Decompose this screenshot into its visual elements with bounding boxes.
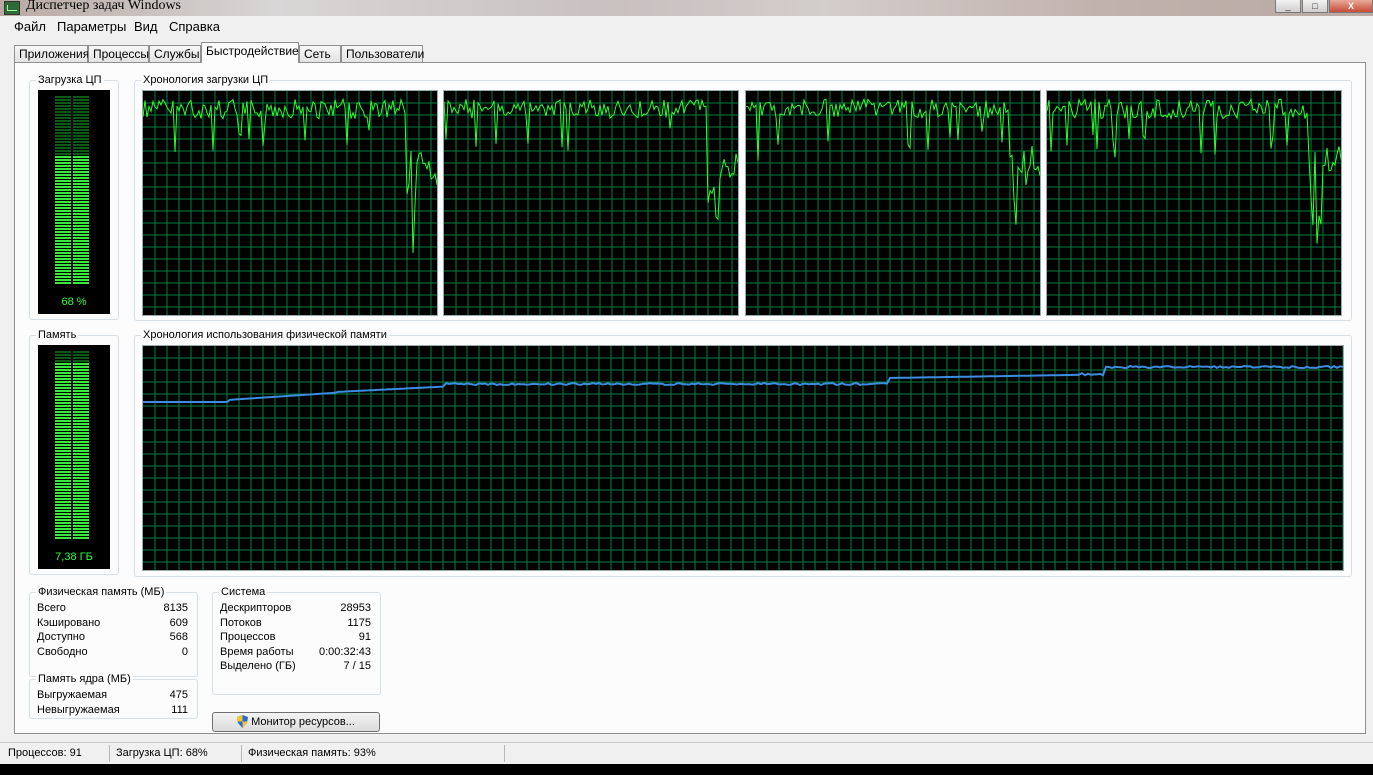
system-title: Система — [219, 585, 268, 599]
window-controls: _ □ X — [1274, 0, 1373, 13]
stat-label: Процессов — [220, 631, 276, 643]
stat-value: 8135 — [163, 602, 188, 614]
cpu-history-group: Хронология загрузки ЦП — [134, 73, 1352, 321]
cpu-history-line — [746, 97, 1040, 225]
stat-label: Всего — [37, 602, 66, 614]
window-frame: Файл Параметры Вид Справка Приложения Пр… — [0, 16, 1373, 764]
tab-networking[interactable]: Сеть — [299, 45, 341, 62]
performance-panel: Загрузка ЦП 68 % Хронология загрузки ЦП … — [14, 62, 1366, 734]
menu-help[interactable]: Справка — [169, 19, 220, 34]
stat-label: Выгружаемая — [37, 689, 108, 701]
cpu-core-graph — [1046, 90, 1342, 316]
stat-label: Дескрипторов — [220, 602, 292, 614]
stat-value: 7 / 15 — [343, 660, 371, 672]
cpu-core-graph — [142, 90, 438, 316]
stat-label: Невыгружаемая — [37, 704, 120, 716]
tab-performance[interactable]: Быстродействие — [201, 42, 299, 63]
tab-services[interactable]: Службы — [149, 45, 201, 62]
kernel-memory-title: Память ядра (МБ) — [36, 672, 133, 686]
memory-usage-value: 7,38 ГБ — [55, 551, 93, 563]
stat-value: 28953 — [340, 602, 371, 614]
window-title: Диспетчер задач Windows — [26, 0, 181, 13]
kernel-memory-group: Память ядра (МБ) Выгружаемая 475 Невыгру… — [29, 672, 198, 719]
tab-applications[interactable]: Приложения — [14, 45, 89, 62]
cpu-history-line — [1047, 97, 1341, 244]
cpu-history-title: Хронология загрузки ЦП — [141, 73, 271, 87]
cpu-core-graph — [745, 90, 1041, 316]
menu-view[interactable]: Вид — [134, 19, 158, 34]
stat-value: 0:00:32:43 — [319, 646, 371, 658]
stat-value: 568 — [169, 631, 188, 643]
stat-value: 609 — [169, 617, 188, 629]
system-group: Система Дескрипторов 28953 Потоков 1175 … — [212, 585, 381, 695]
memory-usage-meter: 7,38 ГБ — [38, 345, 110, 569]
status-processes: Процессов: 91 — [8, 747, 82, 759]
status-divider — [504, 745, 505, 762]
stat-label: Потоков — [220, 617, 262, 629]
stat-value: 0 — [181, 646, 188, 658]
stat-value: 91 — [358, 631, 371, 643]
close-button[interactable]: X — [1329, 0, 1373, 13]
stat-label: Кэшировано — [37, 617, 101, 629]
menu-bar: Файл Параметры Вид Справка — [0, 16, 1373, 37]
stat-label: Время работы — [220, 646, 294, 658]
menu-options[interactable]: Параметры — [57, 19, 126, 34]
stat-value: 1175 — [347, 617, 371, 629]
status-divider — [109, 745, 110, 762]
resource-monitor-label: Монитор ресурсов... — [251, 716, 355, 728]
task-manager-app-icon — [4, 1, 20, 15]
memory-usage-group: Память 7,38 ГБ — [29, 328, 119, 575]
minimize-button[interactable]: _ — [1275, 0, 1301, 13]
cpu-usage-group: Загрузка ЦП 68 % — [29, 73, 119, 320]
memory-history-group: Хронология использования физической памя… — [134, 328, 1352, 577]
status-divider — [241, 745, 242, 762]
stat-label: Свободно — [37, 646, 88, 658]
maximize-button[interactable]: □ — [1302, 0, 1328, 13]
cpu-usage-meter: 68 % — [38, 90, 110, 314]
tab-users[interactable]: Пользователи — [341, 45, 424, 62]
memory-history-graph — [142, 345, 1344, 571]
menu-file[interactable]: Файл — [14, 19, 46, 34]
physical-memory-group: Физическая память (МБ) Всего 8135 Кэширо… — [29, 585, 198, 677]
stat-value: 475 — [169, 689, 188, 701]
memory-usage-title: Память — [36, 328, 79, 342]
tab-processes[interactable]: Процессы — [88, 45, 149, 62]
stat-label: Доступно — [37, 631, 86, 643]
status-memory: Физическая память: 93% — [248, 747, 376, 759]
cpu-usage-bars — [55, 96, 89, 286]
status-cpu: Загрузка ЦП: 68% — [116, 747, 208, 759]
memory-usage-bars — [55, 351, 89, 541]
memory-history-title: Хронология использования физической памя… — [141, 328, 389, 342]
resource-monitor-button[interactable]: Монитор ресурсов... — [212, 712, 380, 732]
cpu-usage-value: 68 % — [61, 296, 87, 308]
uac-shield-icon — [237, 715, 248, 728]
status-bar: Процессов: 91 Загрузка ЦП: 68% Физическа… — [0, 742, 1373, 764]
physical-memory-title: Физическая память (МБ) — [36, 585, 167, 599]
cpu-history-line — [444, 98, 738, 221]
cpu-history-line — [143, 97, 437, 254]
title-bar: Диспетчер задач Windows _ □ X — [0, 0, 1373, 16]
stat-label: Выделено (ГБ) — [220, 660, 296, 672]
cpu-core-graph — [443, 90, 739, 316]
stat-value: 111 — [171, 704, 188, 716]
cpu-usage-title: Загрузка ЦП — [36, 73, 104, 87]
